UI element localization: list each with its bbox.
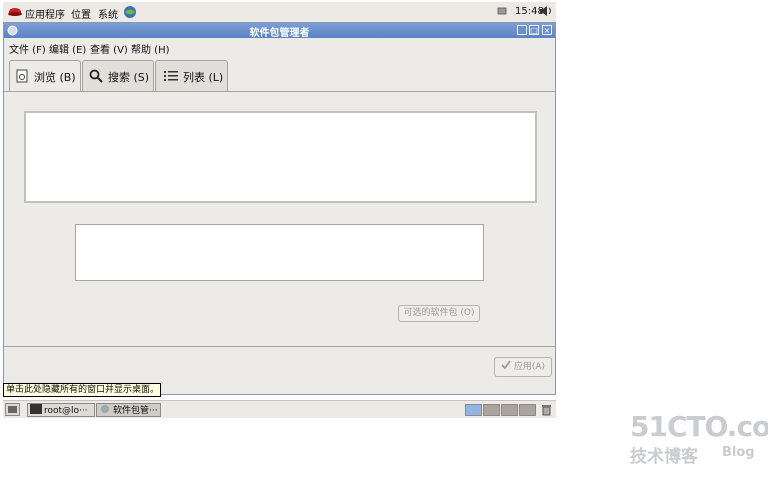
desktop-icon [8, 406, 17, 413]
bottom-panel: root@lo··· 软件包管··· [3, 400, 556, 418]
package-manager-window: 软件包管理者 _ □ × 文件 (F) 编辑 (E) 查看 (V) 帮助 (H)… [3, 22, 556, 395]
watermark-subtitle: 技术博客 [630, 447, 698, 467]
apply-button-label: 应用(A) [513, 362, 546, 372]
task-terminal-label: root@lo··· [44, 406, 88, 416]
tab-divider [4, 91, 555, 92]
volume-icon[interactable] [539, 5, 553, 20]
browse-icon [16, 69, 28, 86]
tab-list-label: 列表 (L) [183, 71, 224, 84]
watermark-logo: 51CTO.com [630, 410, 768, 443]
top-panel: 应用程序 位置 系统 15:48 [3, 2, 556, 23]
workspace-2[interactable] [483, 404, 500, 416]
maximize-icon[interactable]: □ [529, 25, 539, 35]
show-desktop-tooltip: 单击此处隐藏所有的窗口并显示桌面。 [3, 383, 161, 397]
window-titlebar[interactable]: 软件包管理者 _ □ × [4, 23, 555, 39]
tab-browse[interactable]: 浏览 (B) [9, 60, 81, 92]
trash-icon[interactable] [541, 404, 552, 419]
list-icon [164, 70, 178, 85]
browser-icon[interactable] [123, 5, 137, 22]
task-package-manager-label: 软件包管··· [113, 406, 158, 416]
check-icon [501, 360, 514, 372]
watermark-blog: Blog [722, 445, 755, 460]
menu-view[interactable]: 查看 (V) [90, 41, 128, 56]
minimize-icon[interactable]: _ [517, 25, 527, 35]
workspace-1[interactable] [465, 404, 482, 416]
applications-menu[interactable]: 应用程序 [25, 6, 65, 21]
package-group-list[interactable] [75, 224, 484, 281]
tab-list[interactable]: 列表 (L) [155, 60, 228, 91]
apply-button[interactable]: 应用(A) [494, 357, 552, 377]
task-terminal[interactable]: root@lo··· [27, 403, 95, 417]
menu-help[interactable]: 帮助 (H) [131, 41, 170, 56]
tab-search-label: 搜索 (S) [108, 71, 150, 84]
package-icon [101, 405, 109, 413]
menu-file[interactable]: 文件 (F) [9, 41, 46, 56]
places-menu[interactable]: 位置 [71, 6, 91, 21]
menubar: 文件 (F) 编辑 (E) 查看 (V) 帮助 (H) [4, 38, 555, 56]
task-package-manager[interactable]: 软件包管··· [96, 403, 161, 417]
redhat-logo-icon[interactable] [8, 5, 22, 20]
optional-packages-button[interactable]: 可选的软件包 (O) [398, 305, 480, 322]
category-list[interactable] [24, 111, 537, 203]
network-icon[interactable] [497, 6, 507, 19]
terminal-icon [30, 404, 42, 414]
menu-edit[interactable]: 编辑 (E) [49, 41, 86, 56]
workspace-3[interactable] [501, 404, 518, 416]
tab-search[interactable]: 搜索 (S) [82, 60, 154, 91]
system-menu[interactable]: 系统 [98, 6, 118, 21]
search-icon [89, 69, 103, 86]
window-title: 软件包管理者 [249, 28, 310, 39]
workspace-4[interactable] [519, 404, 536, 416]
tab-browse-label: 浏览 (B) [34, 71, 76, 84]
window-separator [4, 346, 555, 347]
close-icon[interactable]: × [542, 25, 552, 35]
show-desktop-button[interactable] [5, 403, 20, 416]
